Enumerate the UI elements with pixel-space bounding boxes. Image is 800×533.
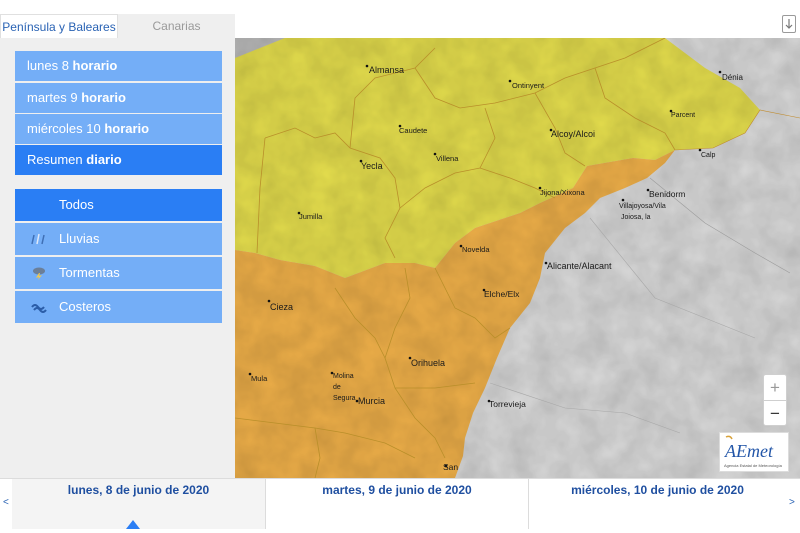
place-label: Jumilla	[299, 212, 323, 221]
day-mode: diario	[86, 152, 122, 167]
day-label: miércoles 10	[27, 121, 101, 136]
aemet-logo[interactable]: AEmet Agencia Estatal de Meteorología	[719, 432, 789, 472]
day-mode: horario	[104, 121, 150, 136]
place-label: Alicante/Alacant	[547, 261, 612, 271]
day-label: martes 9	[27, 90, 78, 105]
place-label: Molina	[333, 373, 354, 380]
place-label: Orihuela	[411, 358, 445, 368]
terrain-relief	[235, 38, 800, 478]
place-label: Jijona/Xixona	[540, 188, 585, 197]
filter-label: Todos	[59, 197, 94, 212]
download-icon[interactable]	[782, 15, 796, 33]
place-label: San	[443, 462, 458, 472]
place-label: Mula	[251, 374, 268, 383]
day-mode: horario	[81, 90, 126, 105]
aemet-logo-mark: AEmet Agencia Estatal de Meteorología	[724, 435, 783, 468]
zoom-in-button[interactable]: +	[764, 375, 786, 401]
day-timeline: < lunes, 8 de junio de 2020 martes, 9 de…	[0, 478, 800, 531]
tab-peninsula-baleares[interactable]: Península y Baleares	[0, 14, 118, 38]
place-label: de	[333, 384, 341, 391]
sidebar: lunes 8 horario martes 9 horario miércol…	[0, 38, 235, 478]
day-button-miercoles[interactable]: miércoles 10 horario	[15, 114, 222, 144]
place-label: Parcent	[671, 112, 695, 119]
place-label: Yecla	[361, 161, 383, 171]
place-label: Novelda	[462, 245, 490, 254]
storm-icon	[33, 267, 45, 280]
day-button-lunes[interactable]: lunes 8 horario	[15, 51, 222, 81]
place-label: Joiosa, la	[621, 214, 651, 221]
place-label: Villena	[436, 154, 459, 163]
place-label: Alcoy/Alcoi	[551, 129, 595, 139]
aemet-logo-subtitle: Agencia Estatal de Meteorología	[724, 463, 783, 468]
aemet-logo-text: AEmet	[724, 441, 774, 461]
waves-icon	[31, 304, 47, 313]
filter-lluvias[interactable]: Lluvias	[15, 223, 222, 255]
filter-costeros[interactable]: Costeros	[15, 291, 222, 323]
place-label: Segura	[333, 395, 356, 402]
place-label: Caudete	[399, 126, 427, 135]
place-label: Calp	[701, 152, 716, 159]
day-button-martes[interactable]: martes 9 horario	[15, 83, 222, 113]
day-label: Resumen	[27, 152, 83, 167]
day-button-resumen[interactable]: Resumen diario	[15, 145, 222, 175]
filter-tormentas[interactable]: Tormentas	[15, 257, 222, 289]
filter-label: Tormentas	[59, 265, 120, 280]
filter-label: Costeros	[59, 299, 112, 314]
timeline-day-martes[interactable]: martes, 9 de junio de 2020	[266, 479, 528, 529]
download-arrow-icon	[785, 19, 793, 29]
filter-todos[interactable]: Todos	[15, 189, 222, 221]
place-label: Villajoyosa/Vila	[619, 203, 666, 210]
tab-canarias[interactable]: Canarias	[118, 14, 235, 38]
map-canvas[interactable]: Almansa Ontinyent Dénia Parcent Caudete …	[235, 38, 800, 478]
timeline-next-button[interactable]: >	[789, 497, 795, 508]
day-label: lunes 8	[27, 58, 69, 73]
timeline-prev-button[interactable]: <	[3, 497, 9, 508]
filter-label: Lluvias	[59, 231, 100, 246]
place-label: Murcia	[358, 396, 385, 406]
place-label: Elche/Elx	[484, 289, 520, 299]
place-label: Benidorm	[649, 189, 685, 199]
timeline-day-miercoles[interactable]: miércoles, 10 de junio de 2020	[529, 479, 786, 529]
place-label: Torrevieja	[489, 399, 526, 409]
place-label: Dénia	[722, 73, 743, 82]
day-mode: horario	[72, 58, 118, 73]
zoom-out-button[interactable]: −	[764, 401, 786, 426]
rain-icon	[31, 233, 45, 245]
region-tabs: Península y Baleares Canarias	[0, 14, 235, 38]
place-label: Almansa	[369, 65, 404, 75]
warning-map[interactable]: Almansa Ontinyent Dénia Parcent Caudete …	[235, 38, 800, 478]
zoom-control: + −	[763, 374, 787, 426]
timeline-selected-indicator	[126, 520, 140, 529]
place-label: Cieza	[270, 302, 293, 312]
place-label: Ontinyent	[512, 81, 545, 90]
